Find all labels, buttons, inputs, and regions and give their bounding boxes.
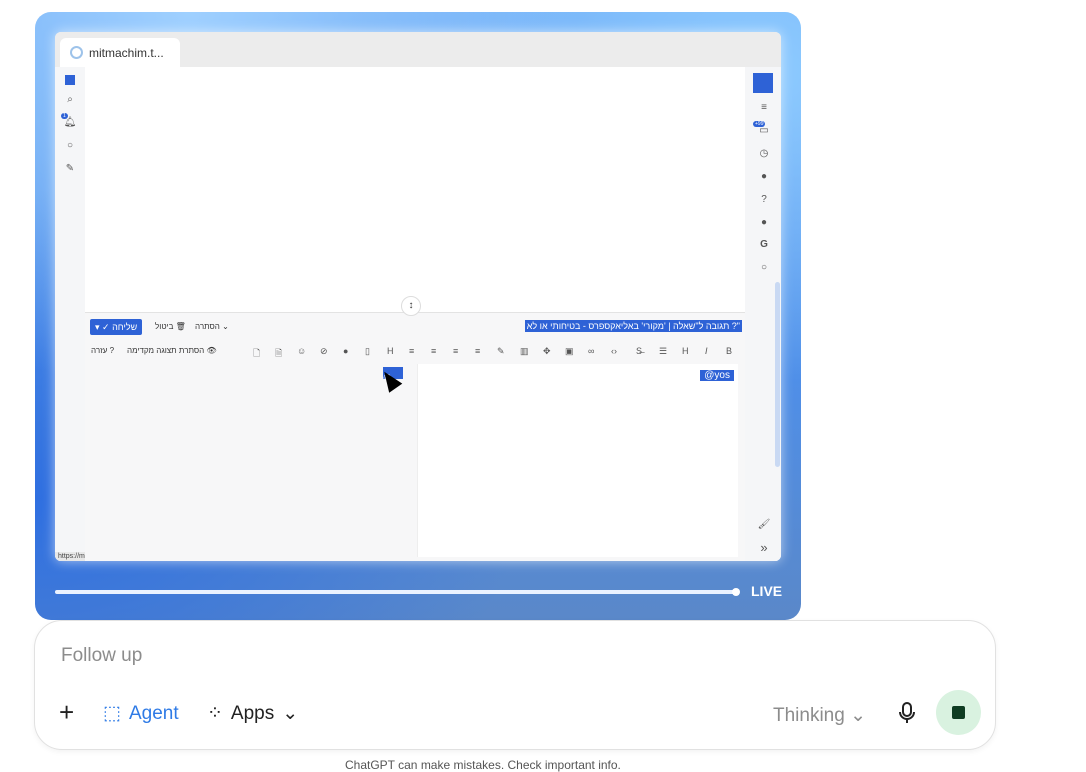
bold-icon[interactable]: B <box>726 346 732 356</box>
doc-icon[interactable]: ▯ <box>365 346 370 357</box>
follow-up-input[interactable]: Follow up <box>61 645 142 667</box>
web-page: ⌕ 1 🔔︎ ○ ✎ https://mitmachim.top/user/yo… <box>55 67 781 561</box>
page-icon[interactable]: 🗎 <box>275 346 282 362</box>
scrollbar[interactable] <box>775 282 780 467</box>
editor-textarea[interactable]: @yos <box>417 364 738 557</box>
tab-bar: mitmachim.t... <box>55 32 781 67</box>
file-icon[interactable]: 🗋 <box>253 346 260 362</box>
chevron-down-icon: ⌄ <box>282 703 299 724</box>
grid-icon: ⁘ <box>207 703 223 724</box>
mention-text: @yos <box>700 370 734 381</box>
footer-disclaimer: ChatGPT can make mistakes. Check importa… <box>345 758 621 772</box>
hide-preview-button[interactable]: הסתרת תצוגה מקדימה 👁︎ <box>127 346 217 355</box>
apps-label: Apps <box>230 702 275 724</box>
square-icon[interactable] <box>65 75 75 85</box>
bell-icon[interactable]: 🔔︎ <box>63 117 77 128</box>
info-icon[interactable]: ● <box>343 346 348 356</box>
live-label: LIVE <box>751 583 783 599</box>
heading-icon[interactable]: H <box>387 346 394 356</box>
image-icon[interactable]: ▣ <box>565 346 574 357</box>
align-left-icon[interactable]: ≡ <box>475 346 480 356</box>
edit-icon[interactable]: ✎ <box>63 163 77 174</box>
brush-icon[interactable]: 🖌︎ <box>757 519 771 530</box>
cursor-sparkle-icon: ⬚ <box>103 703 121 724</box>
help-icon[interactable]: ? <box>757 194 771 205</box>
search-icon[interactable]: ⌕ <box>63 94 77 105</box>
user-icon[interactable]: ● <box>757 217 771 228</box>
progress-bar[interactable] <box>55 588 740 596</box>
left-sidebar: ⌕ 1 🔔︎ ○ ✎ https://mitmachim.top/user/yo… <box>55 67 156 561</box>
progress-handle[interactable] <box>732 588 740 596</box>
clock-icon[interactable]: ◷ <box>757 148 771 159</box>
chat-input-box[interactable]: Follow up + ⬚ Agent ⁘ Apps ⌄ Thinking ⌄ <box>34 620 996 750</box>
composer-title[interactable]: תגובה ל"שאלה | 'מקורי' באליאקספרס - בטיח… <box>524 320 742 332</box>
tab-title: mitmachim.t... <box>89 45 164 60</box>
align-justify-icon[interactable]: ≡ <box>409 346 414 356</box>
inbox-icon[interactable]: ▭ <box>757 125 771 136</box>
italic-icon[interactable]: I <box>705 346 708 356</box>
menu-icon[interactable]: ≡ <box>757 102 771 113</box>
discard-label: ביטול <box>155 322 174 331</box>
hide-button[interactable]: הסתרה ⌄ <box>195 322 229 331</box>
chart-icon[interactable]: ▥ <box>520 346 529 357</box>
chat-bubble-icon[interactable]: ○ <box>757 262 771 273</box>
thinking-dropdown[interactable]: Thinking ⌄ <box>773 704 866 727</box>
stop-button[interactable] <box>936 690 981 735</box>
agent-screen-frame: mitmachim.t... ⌕ 1 🔔︎ ○ ✎ https://mitmac… <box>35 12 801 620</box>
discard-button[interactable]: ביטול 🗑︎ <box>155 322 186 331</box>
chat-icon[interactable]: ○ <box>63 140 77 151</box>
right-sidebar: ≡ +99 ▭ ◷ ● ? ● G ○ 🖌︎ » <box>745 67 781 561</box>
help-label: עזרה <box>91 346 108 355</box>
expand-arrows-icon[interactable]: ✥ <box>543 346 551 357</box>
expand-icon[interactable]: » <box>757 540 771 555</box>
send-button[interactable]: ▾ ✓ שליחה <box>90 319 143 335</box>
browser-window: mitmachim.t... ⌕ 1 🔔︎ ○ ✎ https://mitmac… <box>55 32 781 561</box>
agent-label: Agent <box>128 702 179 724</box>
resize-handle-icon[interactable]: ↕ <box>401 296 421 316</box>
composer: ↕ תגובה ל"שאלה | 'מקורי' באליאקספרס - בט… <box>85 296 745 561</box>
google-icon[interactable]: G <box>757 239 771 250</box>
apps-button[interactable]: ⁘ Apps ⌄ <box>207 702 298 725</box>
heading-large-icon[interactable]: H <box>682 346 689 356</box>
agent-button[interactable]: ⬚ Agent <box>103 702 179 725</box>
eye-slash-icon[interactable]: ⊘ <box>320 346 328 357</box>
hide-label: הסתרה <box>195 322 220 331</box>
hide-preview-label: הסתרת תצוגה מקדימה <box>127 346 205 355</box>
align-center-icon[interactable]: ≡ <box>453 346 458 356</box>
pen-icon[interactable]: ✎ <box>497 346 505 357</box>
code-icon[interactable]: ‹› <box>611 346 617 356</box>
emoji-icon[interactable]: ☺ <box>297 346 306 356</box>
microphone-icon[interactable] <box>897 701 917 725</box>
favicon-icon <box>70 46 83 59</box>
align-right-icon[interactable]: ≡ <box>431 346 436 356</box>
thinking-label: Thinking <box>773 705 845 726</box>
help-button[interactable]: עזרה ? <box>91 346 114 355</box>
plus-icon[interactable]: + <box>59 699 74 725</box>
browser-tab[interactable]: mitmachim.t... <box>60 38 180 67</box>
link-icon[interactable]: ∞ <box>588 346 594 356</box>
strikethrough-icon[interactable]: S̶ <box>636 346 642 356</box>
send-label: שליחה <box>112 322 138 332</box>
list-icon[interactable]: ☰ <box>659 346 667 357</box>
chevron-down-icon: ⌄ <box>850 705 867 726</box>
fire-icon[interactable]: ● <box>757 171 771 182</box>
logo-icon[interactable] <box>753 73 773 93</box>
